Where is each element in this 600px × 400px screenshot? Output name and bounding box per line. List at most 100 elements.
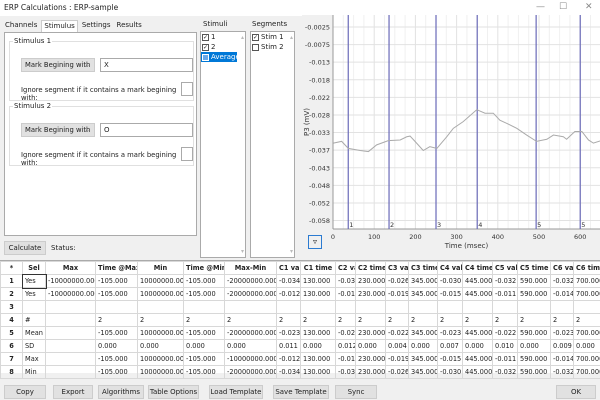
column-header[interactable]: C2 time bbox=[355, 261, 386, 275]
table-cell[interactable]: 0.007 bbox=[437, 339, 463, 353]
table-cell[interactable]: Max bbox=[22, 352, 46, 366]
table-cell[interactable]: -0.022 bbox=[492, 326, 518, 340]
table-cell[interactable]: 130.000 bbox=[300, 274, 336, 288]
table-cell[interactable] bbox=[517, 300, 551, 314]
save-template-button[interactable]: Save Template bbox=[273, 385, 329, 399]
table-cell[interactable]: 700.000 bbox=[573, 287, 600, 301]
table-cell[interactable] bbox=[385, 300, 409, 314]
table-cell[interactable]: 2 bbox=[300, 313, 336, 327]
table-cell[interactable]: 130.000 bbox=[300, 287, 336, 301]
column-header[interactable]: C1 val bbox=[276, 261, 301, 275]
funnel-icon[interactable]: ▿ bbox=[308, 235, 322, 249]
table-cell[interactable]: 0.004 bbox=[385, 339, 409, 353]
column-header[interactable]: C6 val bbox=[550, 261, 574, 275]
column-header[interactable]: Max bbox=[45, 261, 96, 275]
table-cell[interactable]: 345.000 bbox=[408, 274, 438, 288]
stimuli-item-2[interactable]: ✓ 2 bbox=[201, 42, 245, 52]
table-cell[interactable]: 590.000 bbox=[517, 352, 551, 366]
table-cell[interactable]: 445.000 bbox=[462, 352, 493, 366]
table-cell[interactable]: 0.000 bbox=[137, 339, 184, 353]
algorithms-button[interactable]: Algorithms bbox=[98, 385, 144, 399]
ok-button[interactable]: OK bbox=[556, 385, 596, 399]
segments-item-stim-1[interactable]: ✓ Stim 1 bbox=[251, 32, 294, 42]
column-header[interactable]: * bbox=[0, 261, 23, 275]
table-cell[interactable]: -105.000 bbox=[183, 287, 225, 301]
table-cell[interactable]: 0.011 bbox=[276, 339, 301, 353]
table-cell[interactable]: -0.012 bbox=[335, 287, 356, 301]
table-cell[interactable]: -0.026 bbox=[385, 365, 409, 379]
table-cell[interactable] bbox=[45, 313, 96, 327]
column-header[interactable]: C4 val bbox=[437, 261, 463, 275]
table-cell[interactable]: -105.000 bbox=[183, 365, 225, 379]
table-cell[interactable]: Mean bbox=[22, 326, 46, 340]
table-cell[interactable]: -105.000 bbox=[183, 352, 225, 366]
table-cell[interactable]: 2 bbox=[437, 313, 463, 327]
table-cell[interactable]: 230.000 bbox=[355, 287, 386, 301]
segments-item-stim-2[interactable]: Stim 2 bbox=[251, 42, 294, 52]
stimulus-1-mark-dropdown[interactable]: Mark Begining with ⌄ bbox=[21, 58, 95, 72]
table-cell[interactable] bbox=[224, 300, 277, 314]
table-cell[interactable] bbox=[137, 300, 184, 314]
table-cell[interactable]: 2 bbox=[276, 313, 301, 327]
table-cell[interactable]: -0.012 bbox=[276, 287, 301, 301]
column-header[interactable]: C3 time bbox=[408, 261, 438, 275]
table-cell[interactable] bbox=[462, 300, 493, 314]
table-cell[interactable]: 700.000 bbox=[573, 274, 600, 288]
table-cell[interactable]: -0.022 bbox=[385, 326, 409, 340]
table-cell[interactable]: 130.000 bbox=[300, 326, 336, 340]
table-cell[interactable] bbox=[45, 365, 96, 379]
table-cell[interactable]: 230.000 bbox=[355, 352, 386, 366]
stimulus-2-mark-dropdown[interactable]: Mark Begining with ⌄ bbox=[21, 123, 95, 137]
table-cell[interactable]: -0.011 bbox=[492, 287, 518, 301]
table-cell[interactable] bbox=[408, 300, 438, 314]
table-cell[interactable]: 0.000 bbox=[224, 339, 277, 353]
table-cell[interactable]: -0.014 bbox=[550, 352, 574, 366]
checkbox-checked-icon[interactable]: ✓ bbox=[252, 33, 259, 41]
table-cell[interactable]: -0.037 bbox=[335, 274, 356, 288]
table-cell[interactable]: 2 bbox=[385, 313, 409, 327]
table-cell[interactable]: -0.012 bbox=[335, 352, 356, 366]
sync-button[interactable]: Sync bbox=[335, 385, 377, 399]
table-cell[interactable]: 590.000 bbox=[517, 365, 551, 379]
table-cell[interactable]: -0.034 bbox=[276, 274, 301, 288]
table-cell[interactable]: 10000000.000 bbox=[137, 352, 184, 366]
table-cell[interactable]: Yes bbox=[22, 287, 46, 301]
table-cell[interactable]: 230.000 bbox=[355, 274, 386, 288]
checkbox-indeterminate-icon[interactable] bbox=[202, 53, 209, 61]
table-cell[interactable]: 0.000 bbox=[517, 339, 551, 353]
table-cell[interactable]: -0.032 bbox=[550, 365, 574, 379]
copy-button[interactable]: Copy bbox=[4, 385, 46, 399]
table-cell[interactable]: 0.012 bbox=[335, 339, 356, 353]
tab-results[interactable]: Results bbox=[115, 20, 144, 32]
table-cell[interactable]: 10000000.000 bbox=[137, 365, 184, 379]
stimulus-1-mark-input[interactable]: X bbox=[100, 58, 193, 72]
table-cell[interactable]: -0.037 bbox=[335, 365, 356, 379]
tab-settings[interactable]: Settings bbox=[80, 20, 113, 32]
table-cell[interactable]: 2 bbox=[183, 313, 225, 327]
table-cell[interactable] bbox=[437, 300, 463, 314]
table-cell[interactable]: Yes bbox=[21, 273, 47, 289]
table-cell[interactable] bbox=[183, 300, 225, 314]
row-number[interactable]: 8 bbox=[0, 365, 23, 379]
table-cell[interactable]: 2 bbox=[550, 313, 574, 327]
table-cell[interactable]: 590.000 bbox=[517, 326, 551, 340]
table-cell[interactable]: -0.024 bbox=[335, 326, 356, 340]
table-cell[interactable]: -0.014 bbox=[550, 287, 574, 301]
table-cell[interactable]: -105.000 bbox=[183, 274, 225, 288]
table-cell[interactable]: 0.010 bbox=[492, 339, 518, 353]
table-cell[interactable]: -0.032 bbox=[492, 274, 518, 288]
table-cell[interactable]: 345.000 bbox=[408, 352, 438, 366]
table-cell[interactable]: 0.000 bbox=[300, 339, 336, 353]
table-cell[interactable]: 0.000 bbox=[183, 339, 225, 353]
table-cell[interactable]: 0.000 bbox=[573, 339, 600, 353]
table-cell[interactable]: 700.000 bbox=[573, 326, 600, 340]
column-header[interactable]: C5 time bbox=[517, 261, 551, 275]
table-cell[interactable]: -105.000 bbox=[95, 274, 138, 288]
table-cell[interactable]: 0.000 bbox=[408, 339, 438, 353]
table-cell[interactable]: 2 bbox=[224, 313, 277, 327]
table-cell[interactable]: -10000000.000 bbox=[45, 287, 96, 301]
maximize-button[interactable]: ☐ bbox=[559, 2, 567, 12]
table-cell[interactable] bbox=[45, 326, 96, 340]
table-cell[interactable]: # bbox=[22, 313, 46, 327]
row-number[interactable]: 5 bbox=[0, 326, 23, 340]
